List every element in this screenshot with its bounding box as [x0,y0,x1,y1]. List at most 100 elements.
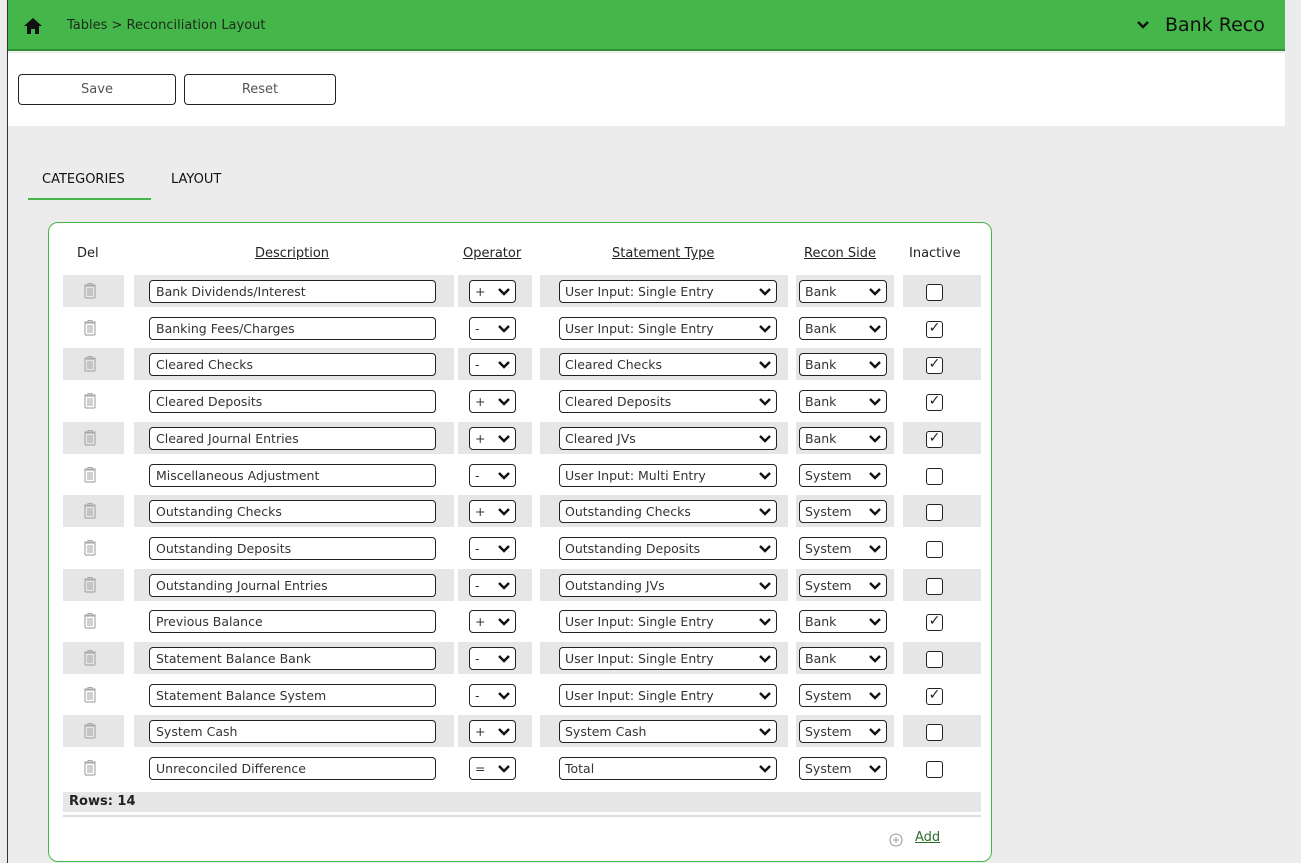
add-link[interactable]: Add [915,830,940,845]
statement-type-select[interactable]: User Input: Single Entry [559,316,777,340]
inactive-checkbox[interactable] [926,540,943,558]
statement-type-select[interactable]: Cleared Checks [559,353,777,377]
inactive-checkbox[interactable]: ✓ [926,687,943,705]
inactive-checkbox[interactable] [926,504,943,522]
save-button[interactable]: Save [18,74,176,105]
statement-type-select[interactable]: User Input: Single Entry [559,647,777,670]
trash-icon[interactable] [83,576,97,593]
recon-side-select[interactable]: Bank [799,280,887,303]
trash-icon[interactable] [83,502,97,519]
operator-select[interactable]: - [469,536,516,560]
recon-side-select[interactable]: Bank [799,353,887,377]
recon-side-select[interactable]: System [799,720,887,744]
trash-icon[interactable] [83,686,97,703]
description-input[interactable]: Previous Balance [149,610,436,634]
inactive-checkbox[interactable]: ✓ [926,430,943,448]
statement-type-select[interactable]: System Cash [559,720,777,744]
inactive-checkbox[interactable]: ✓ [926,320,943,338]
description-input[interactable]: Statement Balance System [149,683,436,707]
trash-icon[interactable] [83,649,97,666]
trash-icon[interactable] [83,722,97,739]
description-input[interactable]: System Cash [149,720,436,744]
trash-icon[interactable] [83,429,97,446]
module-title[interactable]: Bank Reco [1165,14,1265,36]
inactive-checkbox[interactable]: ✓ [926,394,943,412]
recon-side-select[interactable]: Bank [799,610,887,634]
tab-categories[interactable]: CATEGORIES [42,172,125,187]
recon-side-select[interactable]: System [799,757,887,781]
operator-select[interactable]: + [469,280,516,303]
operator-select[interactable]: - [469,573,516,597]
operator-select[interactable]: - [469,353,516,377]
trash-icon[interactable] [83,466,97,483]
trash-icon[interactable] [83,319,97,336]
statement-type-select[interactable]: Total [559,757,777,781]
trash-icon[interactable] [83,392,97,409]
tab-layout[interactable]: LAYOUT [171,172,221,187]
inactive-checkbox[interactable] [926,467,943,485]
recon-side-select[interactable]: Bank [799,647,887,670]
description-input[interactable]: Statement Balance Bank [149,647,436,670]
inactive-checkbox[interactable] [926,577,943,595]
recon-side-select[interactable]: Bank [799,426,887,450]
operator-select[interactable]: + [469,500,516,524]
description-input[interactable]: Outstanding Journal Entries [149,573,436,597]
chevron-down-icon[interactable] [1136,20,1150,30]
statement-type-select[interactable]: User Input: Single Entry [559,610,777,634]
description-input[interactable]: Outstanding Checks [149,500,436,524]
recon-side-select[interactable]: System [799,683,887,707]
recon-side-select[interactable]: System [799,463,887,487]
inactive-checkbox[interactable]: ✓ [926,357,943,375]
operator-select[interactable]: + [469,426,516,450]
trash-icon[interactable] [83,612,97,629]
operator-select[interactable]: + [469,720,516,744]
operator-select[interactable]: - [469,316,516,340]
recon-side-select[interactable]: Bank [799,390,887,414]
inactive-checkbox[interactable] [926,651,943,668]
inactive-checkbox[interactable] [926,724,943,742]
statement-type-select[interactable]: Outstanding JVs [559,573,777,597]
description-input[interactable]: Unreconciled Difference [149,757,436,781]
chevron-down-icon [759,324,771,333]
trash-icon[interactable] [83,539,97,556]
recon-side-select[interactable]: System [799,573,887,597]
recon-side-select[interactable]: System [799,500,887,524]
statement-type-select[interactable]: Cleared Deposits [559,390,777,414]
inactive-checkbox[interactable]: ✓ [926,614,943,632]
description-input[interactable]: Bank Dividends/Interest [149,280,436,303]
statement-type-select[interactable]: Outstanding Checks [559,500,777,524]
description-input[interactable]: Outstanding Deposits [149,536,436,560]
statement-type-select[interactable]: Outstanding Deposits [559,536,777,560]
add-circle-icon[interactable] [889,833,903,847]
statement-type-select[interactable]: User Input: Single Entry [559,683,777,707]
trash-icon[interactable] [83,282,97,299]
recon-side-select[interactable]: System [799,536,887,560]
description-input[interactable]: Cleared Deposits [149,390,436,414]
operator-select[interactable]: + [469,610,516,634]
reset-button[interactable]: Reset [184,74,336,105]
statement-type-select[interactable]: Cleared JVs [559,426,777,450]
operator-select[interactable]: - [469,647,516,670]
operator-select[interactable]: - [469,463,516,487]
description-input[interactable]: Cleared Journal Entries [149,426,436,450]
recon-side-select[interactable]: Bank [799,316,887,340]
inactive-checkbox[interactable] [926,284,943,301]
home-icon[interactable] [23,17,43,35]
inactive-checkbox[interactable] [926,761,943,779]
operator-select[interactable]: - [469,683,516,707]
column-header-description[interactable]: Description [255,246,329,261]
column-header-statement-type[interactable]: Statement Type [612,246,714,261]
column-header-operator[interactable]: Operator [463,246,521,261]
operator-select[interactable]: = [469,757,516,781]
trash-icon[interactable] [83,355,97,372]
operator-select[interactable]: + [469,390,516,414]
description-input[interactable]: Miscellaneous Adjustment [149,463,436,487]
trash-icon[interactable] [83,759,97,776]
statement-type-select[interactable]: User Input: Multi Entry [559,463,777,487]
description-input[interactable]: Banking Fees/Charges [149,316,436,340]
chevron-down-icon [759,545,771,553]
statement-type-select[interactable]: User Input: Single Entry [559,280,777,303]
statement-type-value: Outstanding Deposits [565,540,701,556]
column-header-recon-side[interactable]: Recon Side [804,246,876,261]
description-input[interactable]: Cleared Checks [149,353,436,377]
